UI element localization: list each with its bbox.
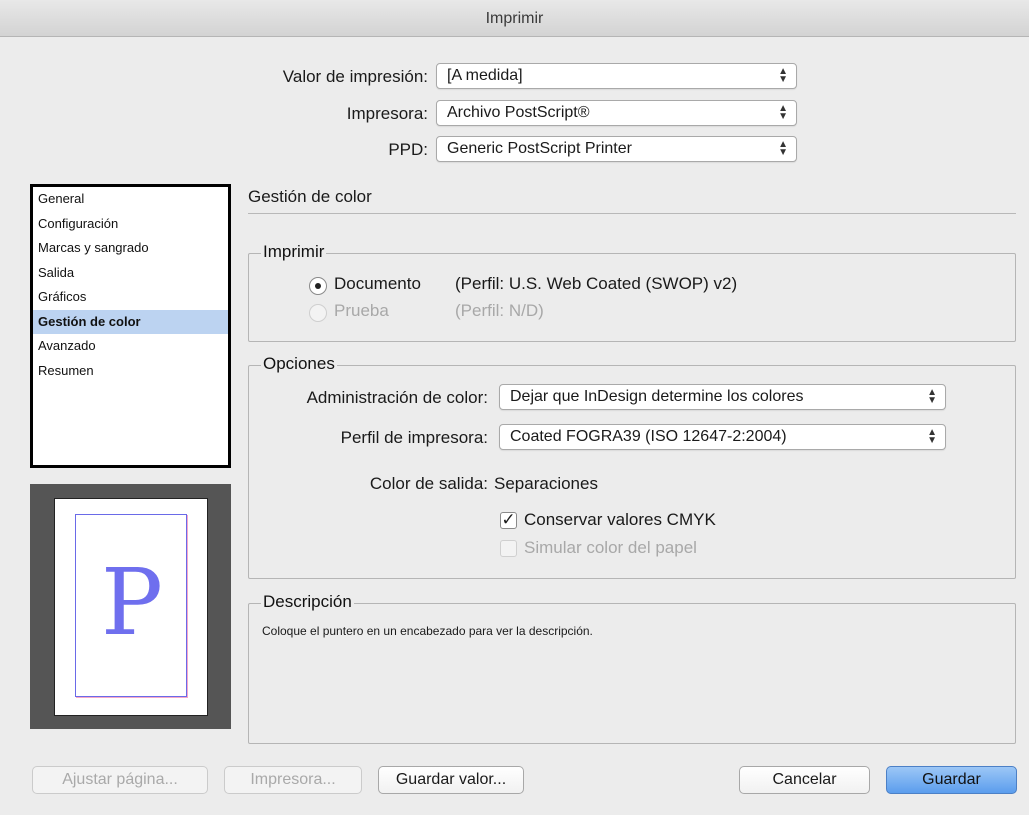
preset-select-value: [A medida] bbox=[447, 67, 523, 84]
updown-chevron-icon: ▲ ▼ bbox=[778, 139, 788, 158]
preview-margins: P bbox=[75, 514, 187, 697]
printer-label: Impresora: bbox=[346, 104, 428, 123]
simulate-paper-checkbox[interactable] bbox=[500, 540, 517, 557]
color-handling-value: Dejar que InDesign determine los colores bbox=[510, 388, 804, 405]
proof-radio-label[interactable]: Prueba bbox=[334, 301, 389, 321]
printer-button[interactable]: Impresora... bbox=[224, 766, 362, 794]
save-button[interactable]: Guardar bbox=[886, 766, 1017, 794]
sidebar-item-configuracion[interactable]: Configuración bbox=[33, 212, 228, 237]
printer-profile-select[interactable]: Coated FOGRA39 (ISO 12647-2:2004) ▲ ▼ bbox=[499, 424, 946, 450]
checkmark-icon: ✓ bbox=[501, 510, 516, 529]
sidebar-item-resumen[interactable]: Resumen bbox=[33, 359, 228, 384]
window-title: Imprimir bbox=[0, 0, 1029, 37]
updown-chevron-icon: ▲ ▼ bbox=[778, 103, 788, 122]
updown-chevron-icon: ▲ ▼ bbox=[778, 66, 788, 85]
sidebar-item-graficos[interactable]: Gráficos bbox=[33, 285, 228, 310]
document-profile: (Perfil: U.S. Web Coated (SWOP) v2) bbox=[455, 274, 738, 293]
print-group-title: Imprimir bbox=[261, 242, 327, 262]
sidebar-item-general[interactable]: General bbox=[33, 187, 228, 212]
cancel-button[interactable]: Cancelar bbox=[739, 766, 870, 794]
updown-chevron-icon: ▲ ▼ bbox=[927, 387, 937, 406]
description-group-title: Descripción bbox=[261, 592, 354, 612]
document-radio-label[interactable]: Documento bbox=[334, 274, 421, 294]
page-setup-button[interactable]: Ajustar página... bbox=[32, 766, 208, 794]
printer-profile-label: Perfil de impresora: bbox=[340, 428, 488, 447]
proof-radio[interactable] bbox=[309, 304, 327, 322]
preset-select[interactable]: [A medida] ▲ ▼ bbox=[436, 63, 797, 89]
printer-select-value: Archivo PostScript® bbox=[447, 104, 590, 121]
output-color-label: Color de salida: bbox=[369, 474, 488, 493]
print-group bbox=[248, 253, 1016, 342]
output-color-value: Separaciones bbox=[494, 474, 598, 493]
color-handling-label: Administración de color: bbox=[306, 388, 488, 407]
preserve-cmyk-checkbox[interactable]: ✓ bbox=[500, 510, 517, 529]
save-preset-button[interactable]: Guardar valor... bbox=[378, 766, 524, 794]
document-radio[interactable] bbox=[309, 277, 327, 295]
printer-profile-value: Coated FOGRA39 (ISO 12647-2:2004) bbox=[510, 428, 787, 445]
preset-label: Valor de impresión: bbox=[282, 67, 428, 86]
options-group-title: Opciones bbox=[261, 354, 337, 374]
color-handling-select[interactable]: Dejar que InDesign determine los colores… bbox=[499, 384, 946, 410]
ppd-select[interactable]: Generic PostScript Printer ▲ ▼ bbox=[436, 136, 797, 162]
section-title: Gestión de color bbox=[248, 187, 372, 206]
simulate-paper-label[interactable]: Simular color del papel bbox=[524, 538, 697, 558]
sidebar-item-salida[interactable]: Salida bbox=[33, 261, 228, 286]
preserve-cmyk-label[interactable]: Conservar valores CMYK bbox=[524, 510, 716, 530]
proof-profile: (Perfil: N/D) bbox=[455, 301, 544, 320]
ppd-label: PPD: bbox=[388, 140, 428, 159]
section-divider bbox=[248, 213, 1016, 214]
preview-page: P bbox=[54, 498, 208, 716]
category-list[interactable]: General Configuración Marcas y sangrado … bbox=[30, 184, 231, 468]
description-text: Coloque el puntero en un encabezado para… bbox=[262, 624, 593, 638]
ppd-select-value: Generic PostScript Printer bbox=[447, 140, 632, 157]
sidebar-item-avanzado[interactable]: Avanzado bbox=[33, 334, 228, 359]
sidebar-item-gestion-de-color[interactable]: Gestión de color bbox=[33, 309, 228, 334]
page-preview: P bbox=[30, 484, 231, 729]
printer-select[interactable]: Archivo PostScript® ▲ ▼ bbox=[436, 100, 797, 126]
sidebar-item-marcas-y-sangrado[interactable]: Marcas y sangrado bbox=[33, 236, 228, 261]
updown-chevron-icon: ▲ ▼ bbox=[927, 427, 937, 446]
preview-letter: P bbox=[101, 549, 163, 656]
